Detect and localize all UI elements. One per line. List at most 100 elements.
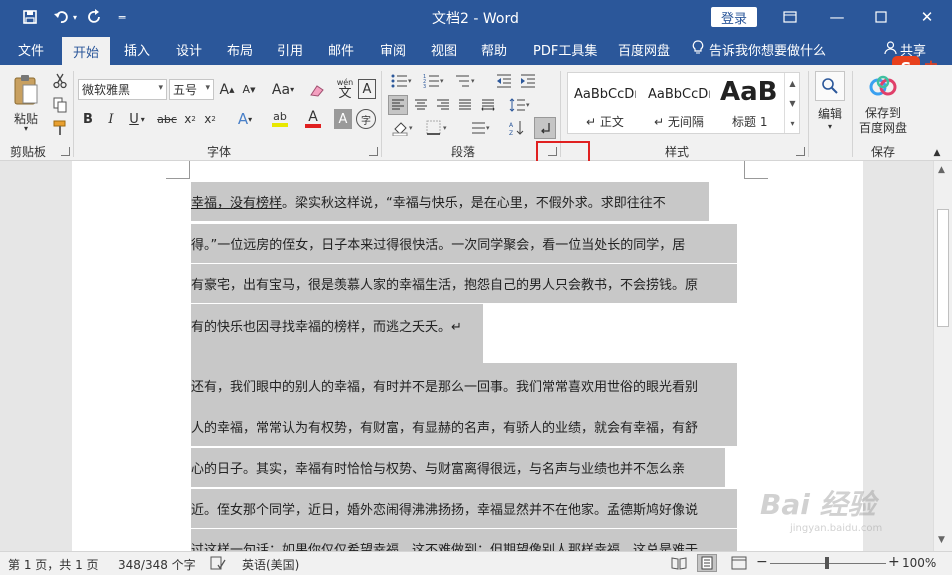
font-launcher-icon[interactable]: . [369, 147, 378, 156]
tab-pdf-tools[interactable]: PDF工具集 [533, 34, 597, 65]
font-color-button[interactable]: A [298, 109, 328, 129]
zoom-in-button[interactable]: + [888, 554, 900, 570]
align-center-icon[interactable] [411, 95, 431, 115]
tab-view[interactable]: 视图 [431, 34, 457, 65]
page-count[interactable]: 第 1 页，共 1 页 [8, 556, 99, 573]
undo-icon[interactable]: ▾ [50, 6, 80, 28]
minimize-icon[interactable]: — [824, 5, 850, 29]
baidu-netdisk-icon[interactable] [866, 73, 900, 101]
sort-icon[interactable]: AZ [506, 117, 528, 139]
paragraph-line[interactable]: 人的幸福，常常认为有权势，有财富，有显赫的名声，有骄人的业绩，就会有幸福，有舒 [191, 407, 737, 446]
change-case-icon[interactable]: Aa ▾ [268, 79, 298, 100]
zoom-slider[interactable] [770, 557, 886, 569]
cut-icon[interactable] [50, 71, 70, 91]
paragraph-line[interactable]: 还有，我们眼中的别人的幸福，有时并不是那么一回事。我们常常喜欢用世俗的眼光看别 [191, 363, 737, 407]
paragraph-line[interactable]: 近。侄女那个同学，近日，婚外恋闹得沸沸扬扬，幸福显然并不在他家。孟德斯鸠好像说 [191, 489, 737, 528]
read-mode-icon[interactable] [671, 556, 687, 573]
line-spacing-icon[interactable]: ▾ [506, 95, 534, 115]
styles-gallery[interactable]: AaBbCcDı ↵ 正文 AaBbCcDı ↵ 无间隔 AaBl 标题 1 ▲… [567, 72, 800, 134]
underline-button[interactable]: U ▾ [124, 109, 150, 129]
decrease-indent-icon[interactable] [494, 71, 514, 91]
save-to-netdisk-line1[interactable]: 保存到 [858, 105, 908, 120]
tab-mailings[interactable]: 邮件 [328, 34, 354, 65]
numbering-icon[interactable]: 1 2 3 ▾ [420, 71, 448, 91]
word-count[interactable]: 348/348 个字 [118, 556, 196, 573]
paragraph-line[interactable]: 心的日子。其实，幸福有时恰恰与权势、与财富离得很远，与名声与业绩也并不怎么亲 [191, 448, 725, 487]
justify-icon[interactable] [455, 95, 475, 115]
tab-layout[interactable]: 布局 [227, 34, 253, 65]
paragraph-line[interactable]: 有的快乐也因寻找幸福的榜样，而逃之夭夭。↵ [191, 304, 483, 363]
customize-icon[interactable]: ═ [114, 6, 130, 28]
char-border-icon[interactable]: A [358, 79, 376, 99]
tab-review[interactable]: 审阅 [380, 34, 406, 65]
paste-icon[interactable] [10, 71, 42, 109]
tab-help[interactable]: 帮助 [481, 34, 507, 65]
italic-button[interactable]: I [103, 109, 119, 129]
paragraph-line[interactable]: 有豪宅，出有宝马，很是羡慕人家的幸福生活，抱怨自己的男人只会教书，不会捞钱。原 [191, 264, 737, 303]
copy-icon[interactable] [50, 95, 70, 115]
superscript-button[interactable]: x2 [202, 109, 218, 129]
phonetic-guide-icon[interactable]: wén 文 [334, 75, 356, 101]
zoom-thumb[interactable] [825, 557, 829, 569]
bullets-icon[interactable]: ▾ [388, 71, 416, 91]
ribbon-display-options-icon[interactable] [777, 5, 803, 29]
editing-button[interactable]: 编辑 [812, 105, 848, 121]
find-icon[interactable] [815, 71, 845, 101]
font-name-combo[interactable]: 微软雅黑 ▾ [78, 79, 167, 100]
scroll-down-icon[interactable]: ▼ [938, 535, 945, 545]
enclose-chars-button[interactable]: 字 [356, 109, 376, 129]
save-icon[interactable] [18, 6, 42, 28]
clear-format-icon[interactable] [306, 79, 328, 100]
paste-dropdown-icon[interactable]: ▾ [20, 123, 32, 133]
vertical-scrollbar[interactable]: ▲ ▼ [933, 161, 952, 551]
proofing-icon[interactable] [210, 556, 226, 573]
highlight-color-button[interactable]: ab [264, 109, 296, 129]
scroll-up-icon[interactable]: ▲ [938, 165, 945, 175]
tell-me-box[interactable]: 告诉我你想要做什么 [692, 34, 826, 65]
font-size-combo[interactable]: 五号 ▾ [169, 79, 214, 100]
borders-icon[interactable]: ▾ [422, 117, 454, 139]
format-painter-icon[interactable] [50, 118, 70, 138]
tab-file[interactable]: 文件 [18, 34, 44, 65]
tab-baidu-netdisk[interactable]: 百度网盘 [618, 34, 670, 65]
web-layout-icon[interactable] [731, 556, 747, 573]
paragraph-line[interactable]: 过这样一句话：如果你仅仅希望幸福，这不难做到；但期望像别人那样幸福，这总是难于 [191, 529, 737, 551]
tab-design[interactable]: 设计 [176, 34, 202, 65]
login-button[interactable]: 登录 [711, 7, 757, 27]
style-item-normal[interactable]: AaBbCcDı ↵ 正文 [568, 73, 640, 133]
zoom-level[interactable]: 100% [902, 556, 936, 570]
tab-references[interactable]: 引用 [277, 34, 303, 65]
collapse-ribbon-icon[interactable]: ▲ [930, 147, 944, 159]
clipboard-launcher-icon[interactable]: . [61, 147, 70, 156]
show-marks-icon[interactable] [534, 117, 556, 139]
align-left-icon[interactable] [388, 95, 408, 115]
tab-insert[interactable]: 插入 [124, 34, 150, 65]
shading-icon[interactable]: ▾ [388, 117, 420, 139]
paragraph-line[interactable]: 得。”一位远房的侄女，日子本来过得很快活。一次同学聚会，看一位当处长的同学，居 [191, 224, 737, 263]
style-item-heading-1[interactable]: AaBl 标题 1 [716, 73, 780, 133]
scroll-thumb[interactable] [937, 209, 949, 327]
close-icon[interactable]: ✕ [914, 5, 940, 29]
save-to-netdisk-line2[interactable]: 百度网盘 [856, 120, 910, 135]
maximize-icon[interactable] [868, 5, 894, 29]
grow-font-icon[interactable]: A ▲ [218, 79, 236, 100]
shrink-font-icon[interactable]: A ▼ [240, 79, 258, 100]
print-layout-icon[interactable] [697, 554, 717, 572]
document-page[interactable]: 幸福，没有榜样 。梁实秋这样说，“幸福与快乐，是在心里，不假外求。求即往往不 得。… [72, 161, 863, 551]
multilevel-list-icon[interactable]: ▾ [452, 71, 480, 91]
tab-home[interactable]: 开始 [62, 37, 110, 65]
strikethrough-button[interactable]: abc [157, 109, 177, 129]
styles-launcher-icon[interactable]: . [796, 147, 805, 156]
align-right-icon[interactable] [433, 95, 453, 115]
style-item-no-spacing[interactable]: AaBbCcDı ↵ 无间隔 [642, 73, 714, 133]
char-shading-button[interactable]: A [334, 109, 352, 129]
styles-scroll[interactable]: ▲ ▼ ▾ [784, 73, 800, 133]
redo-icon[interactable] [84, 6, 106, 28]
text-effects-button[interactable]: A ▾ [230, 109, 260, 129]
increase-indent-icon[interactable] [518, 71, 538, 91]
distributed-icon[interactable] [478, 95, 498, 115]
bold-button[interactable]: B [80, 109, 96, 129]
editing-dropdown-icon[interactable]: ▾ [824, 121, 836, 131]
paragraph-line[interactable]: 幸福，没有榜样 。梁实秋这样说，“幸福与快乐，是在心里，不假外求。求即往往不 [191, 182, 709, 221]
zoom-out-button[interactable]: − [756, 554, 768, 570]
